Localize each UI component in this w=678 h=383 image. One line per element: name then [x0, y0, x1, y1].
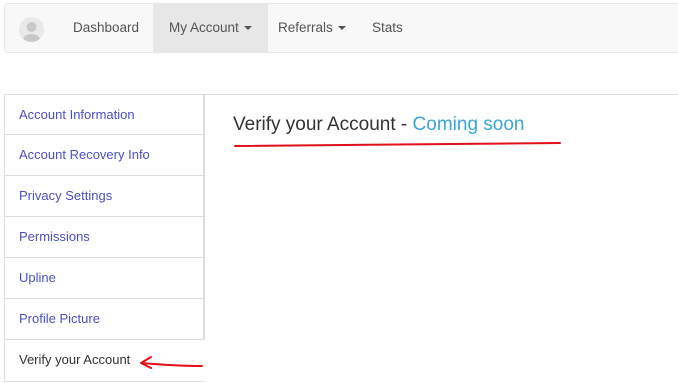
nav-my-account-label: My Account: [169, 20, 239, 35]
nav-stats-label: Stats: [372, 20, 403, 35]
sidebar-item-label: Account Recovery Info: [19, 147, 150, 162]
caret-down-icon: [243, 26, 252, 31]
coming-soon-label: Coming soon: [412, 114, 525, 135]
sidebar-item-upline[interactable]: Upline: [4, 258, 204, 299]
avatar-icon[interactable]: [19, 17, 44, 42]
title-separator: -: [395, 114, 413, 135]
content-border-left: [204, 94, 205, 340]
sidebar-item-label: Verify your Account: [19, 352, 131, 367]
page-title-text: Verify your Account: [233, 114, 396, 135]
top-navbar: Dashboard My Account Referrals Stats: [4, 3, 678, 53]
sidebar-item-account-information[interactable]: Account Information: [4, 94, 204, 135]
nav-referrals-label: Referrals: [278, 20, 333, 35]
nav-dashboard-label: Dashboard: [73, 20, 140, 35]
page-title: Verify your Account - Coming soon: [233, 114, 525, 136]
caret-down-icon: [337, 26, 346, 31]
account-sidebar: Account Information Account Recovery Inf…: [4, 94, 204, 383]
nav-dashboard[interactable]: Dashboard: [57, 4, 155, 52]
sidebar-item-privacy-settings[interactable]: Privacy Settings: [4, 176, 204, 217]
sidebar-item-account-recovery-info[interactable]: Account Recovery Info: [4, 135, 204, 176]
sidebar-item-label: Profile Picture: [19, 311, 100, 326]
sidebar-item-label: Upline: [19, 270, 56, 285]
sidebar-item-verify-your-account[interactable]: Verify your Account: [4, 340, 204, 382]
sidebar-item-label: Account Information: [19, 107, 135, 122]
sidebar-item-profile-picture[interactable]: Profile Picture: [4, 299, 204, 340]
sidebar-item-label: Permissions: [19, 229, 90, 244]
nav-referrals[interactable]: Referrals: [262, 4, 362, 52]
sidebar-item-permissions[interactable]: Permissions: [4, 217, 204, 258]
nav-stats[interactable]: Stats: [356, 4, 419, 52]
nav-my-account[interactable]: My Account: [153, 4, 268, 52]
sidebar-item-label: Privacy Settings: [19, 188, 113, 203]
content-border-top: [204, 94, 678, 95]
title-underline-annotation: [234, 142, 561, 147]
